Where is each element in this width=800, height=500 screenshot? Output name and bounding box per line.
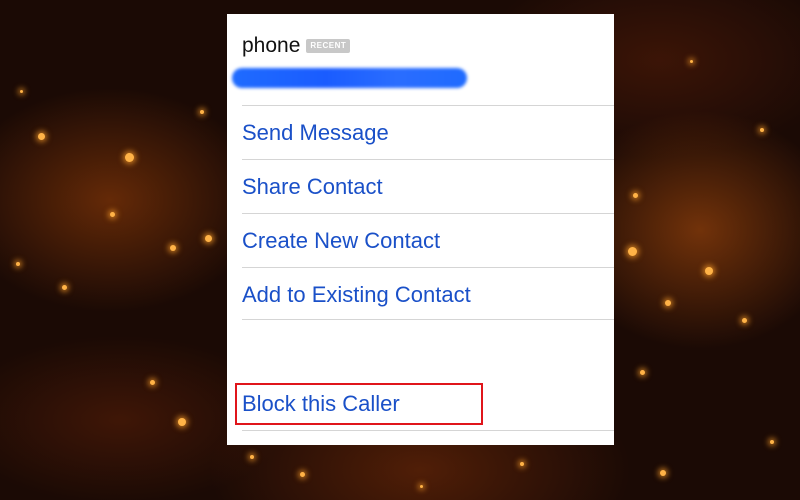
bokeh-spark [705, 267, 713, 275]
divider [242, 319, 614, 320]
phone-label-row: phone RECENT [242, 34, 614, 58]
bokeh-spark [62, 285, 67, 290]
share-contact-button[interactable]: Share Contact [242, 159, 614, 213]
bokeh-spark [660, 470, 666, 476]
bokeh-spark [178, 418, 186, 426]
highlight-box [235, 383, 483, 425]
bokeh-spark [150, 380, 155, 385]
bokeh-spark [628, 247, 637, 256]
bokeh-spark [125, 153, 134, 162]
bokeh-spark [665, 300, 671, 306]
bokeh-spark [200, 110, 204, 114]
bokeh-spark [633, 193, 638, 198]
bokeh-spark [640, 370, 645, 375]
create-new-contact-button[interactable]: Create New Contact [242, 213, 614, 267]
add-to-existing-contact-button[interactable]: Add to Existing Contact [242, 267, 614, 321]
bokeh-spark [38, 133, 45, 140]
phone-label: phone [242, 34, 301, 57]
action-list: Send Message Share Contact Create New Co… [242, 105, 614, 321]
contact-action-sheet: phone RECENT Send Message Share Contact … [227, 14, 614, 445]
bokeh-spark [420, 485, 423, 488]
bokeh-spark [205, 235, 212, 242]
bokeh-spark [300, 472, 305, 477]
redacted-phone-number [232, 68, 467, 88]
bokeh-spark [110, 212, 115, 217]
bokeh-spark [760, 128, 764, 132]
recent-badge: RECENT [306, 39, 351, 53]
bokeh-spark [770, 440, 774, 444]
bokeh-spark [20, 90, 23, 93]
bokeh-spark [170, 245, 176, 251]
bokeh-spark [250, 455, 254, 459]
bokeh-spark [742, 318, 747, 323]
send-message-button[interactable]: Send Message [242, 105, 614, 159]
bokeh-spark [16, 262, 20, 266]
bokeh-spark [520, 462, 524, 466]
phone-field: phone RECENT [232, 34, 614, 104]
bokeh-spark [690, 60, 693, 63]
